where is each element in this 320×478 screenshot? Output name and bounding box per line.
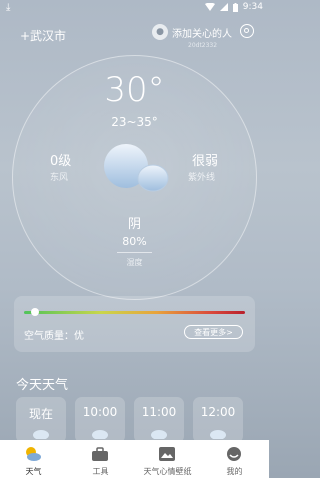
hour-label: 11:00 (141, 405, 177, 419)
air-quality-card[interactable] (14, 296, 255, 352)
hour-card[interactable]: 11:00 (134, 397, 184, 443)
nav-item-profile[interactable]: 我的 (201, 440, 268, 478)
nav-item-weather[interactable]: 天气 (0, 440, 67, 478)
cloudy-icon (33, 430, 49, 439)
hour-card[interactable]: 12:00 (193, 397, 243, 443)
status-icons: 9:34 (204, 2, 263, 12)
care-id: 20dt2332 (188, 42, 218, 49)
download-icon: ⤓ (6, 2, 11, 13)
humidity-value: 80% (122, 235, 147, 248)
signal-icon (219, 3, 228, 11)
wind-direction: 东风 (50, 173, 69, 183)
settings-icon[interactable] (240, 24, 254, 38)
hour-card[interactable]: 现在 (16, 397, 66, 443)
nav-label: 工具 (92, 467, 109, 476)
divider (117, 252, 152, 253)
temperature-range: 23~35° (111, 115, 158, 129)
air-quality-label: 空气质量：优 (24, 331, 84, 342)
hour-card[interactable]: 10:00 (75, 397, 125, 443)
wifi-icon (204, 3, 215, 11)
nav-item-wallpaper[interactable]: 天气心情壁纸 (134, 440, 201, 478)
cloudy-icon (210, 430, 226, 439)
avatar-icon: ● (152, 24, 168, 40)
hour-label: 12:00 (200, 405, 236, 419)
air-quality-scale (24, 311, 245, 314)
battery-icon (232, 2, 238, 12)
city-selector[interactable]: +武汉市 (20, 27, 66, 44)
cloudy-icon (92, 430, 108, 439)
humidity-label: 湿度 (126, 258, 143, 267)
nav-item-tools[interactable]: 工具 (67, 440, 134, 478)
today-weather-title: 今天天气 (16, 378, 69, 393)
air-quality-indicator (31, 308, 40, 316)
toolbox-icon (92, 447, 108, 461)
weather-icon (26, 447, 41, 461)
wallpaper-icon (159, 447, 175, 461)
nav-label: 天气心情壁纸 (143, 467, 192, 476)
wind-level: 0级 (50, 154, 72, 169)
weather-condition: 阴 (127, 217, 141, 232)
cloudy-icon (151, 430, 167, 439)
uv-label: 紫外线 (188, 173, 216, 183)
hour-label: 现在 (28, 407, 53, 421)
hour-label: 10:00 (82, 405, 118, 419)
status-time: 9:34 (242, 2, 263, 12)
status-bar: ⤓ 9:34 (0, 0, 269, 17)
care-label: 添加关心的人 (172, 28, 232, 40)
current-temperature: 30° (104, 70, 165, 110)
cloudy-weather-icon (104, 144, 169, 192)
nav-label: 天气 (25, 467, 42, 476)
view-more-button[interactable]: 查看更多> (184, 325, 243, 339)
uv-value: 很弱 (192, 154, 219, 169)
nav-label: 我的 (226, 467, 243, 476)
profile-icon (227, 447, 241, 461)
add-care-person-button[interactable]: ● 添加关心的人 (152, 24, 232, 40)
